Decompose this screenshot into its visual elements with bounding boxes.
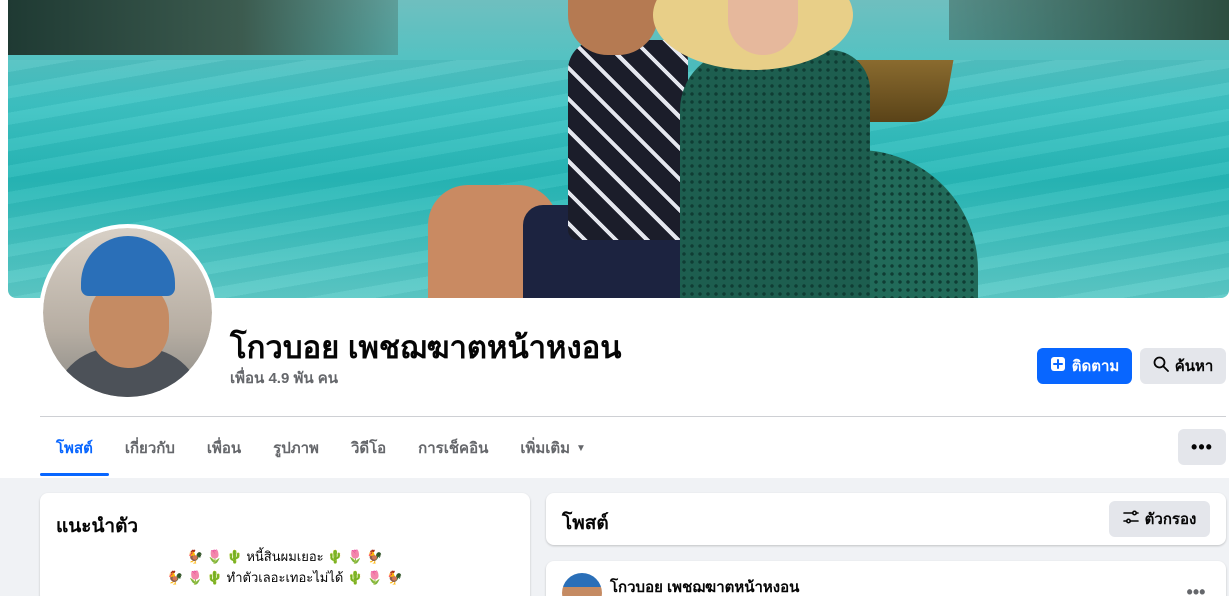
tab-label: รูปภาพ xyxy=(273,440,319,457)
more-options-button[interactable]: ••• xyxy=(1178,429,1226,465)
cover-person-shirt xyxy=(568,40,688,240)
follow-label: ติดตาม xyxy=(1071,358,1120,375)
filter-button[interactable]: ตัวกรอง xyxy=(1109,501,1210,537)
tab-about[interactable]: เกี่ยวกับ xyxy=(109,420,191,476)
tab-label: วิดีโอ xyxy=(350,440,387,457)
tab-label: โพสต์ xyxy=(56,440,93,457)
profile-avatar[interactable] xyxy=(39,224,216,401)
tab-label: การเช็คอิน xyxy=(418,440,489,457)
friends-count[interactable]: เพื่อน 4.9 พัน คน xyxy=(230,366,338,390)
follow-button[interactable]: ติดตาม xyxy=(1037,348,1132,384)
bio-line-1: 🐓 🌷 🌵 หนี้สินผมเยอะ 🌵 🌷 🐓 xyxy=(186,549,384,564)
tab-videos[interactable]: วิดีโอ xyxy=(335,420,402,476)
cover-cliff-right xyxy=(949,0,1229,40)
tab-posts[interactable]: โพสต์ xyxy=(40,420,109,476)
bio-line-2: 🐓 🌷 🌵 ทำตัวเลอะเทอะไม่ได้ 🌵 🌷 🐓 xyxy=(167,570,403,585)
tab-label: เกี่ยวกับ xyxy=(124,440,175,457)
tab-more[interactable]: เพิ่มเติม ▼ xyxy=(504,420,602,476)
header-divider xyxy=(40,416,1226,417)
post-options-button[interactable]: ••• xyxy=(1178,577,1214,596)
tab-label: เพิ่มเติม xyxy=(520,440,571,457)
search-label: ค้นหา xyxy=(1174,358,1214,375)
profile-tabs: โพสต์ เกี่ยวกับ เพื่อน รูปภาพ วิดีโอ การ… xyxy=(40,420,602,476)
more-dots-icon: ••• xyxy=(1191,436,1213,457)
filter-icon xyxy=(1122,510,1139,528)
tab-friends[interactable]: เพื่อน xyxy=(191,420,257,476)
post-author-avatar[interactable] xyxy=(562,573,602,596)
posts-header-card: โพสต์ ตัวกรอง xyxy=(546,493,1226,545)
post-author-name[interactable]: โกวบอย เพชฌฆาตหน้าหงอน xyxy=(610,575,799,596)
search-icon xyxy=(1153,356,1169,376)
more-dots-icon: ••• xyxy=(1186,581,1206,596)
post-card: โกวบอย เพชฌฆาตหน้าหงอน ••• xyxy=(546,561,1226,596)
follow-plus-icon xyxy=(1050,356,1066,376)
tab-label: เพื่อน xyxy=(206,440,242,457)
intro-title: แนะนำตัว xyxy=(56,516,139,537)
posts-title: โพสต์ xyxy=(562,513,609,534)
profile-name: โกวบอย เพชฌฆาตหน้าหงอน xyxy=(230,330,622,365)
cover-person-dress xyxy=(680,50,870,298)
chevron-down-icon: ▼ xyxy=(576,442,586,454)
tab-photos[interactable]: รูปภาพ xyxy=(257,420,335,476)
intro-card: แนะนำตัว 🐓 🌷 🌵 หนี้สินผมเยอะ 🌵 🌷 🐓 🐓 🌷 🌵… xyxy=(40,493,530,596)
filter-label: ตัวกรอง xyxy=(1144,511,1197,528)
profile-header: โกวบอย เพชฌฆาตหน้าหงอน เพื่อน 4.9 พัน คน… xyxy=(0,0,1229,478)
cover-cliff-left xyxy=(8,0,398,55)
search-button[interactable]: ค้นหา xyxy=(1140,348,1226,384)
tab-checkins[interactable]: การเช็คอิน xyxy=(402,420,504,476)
